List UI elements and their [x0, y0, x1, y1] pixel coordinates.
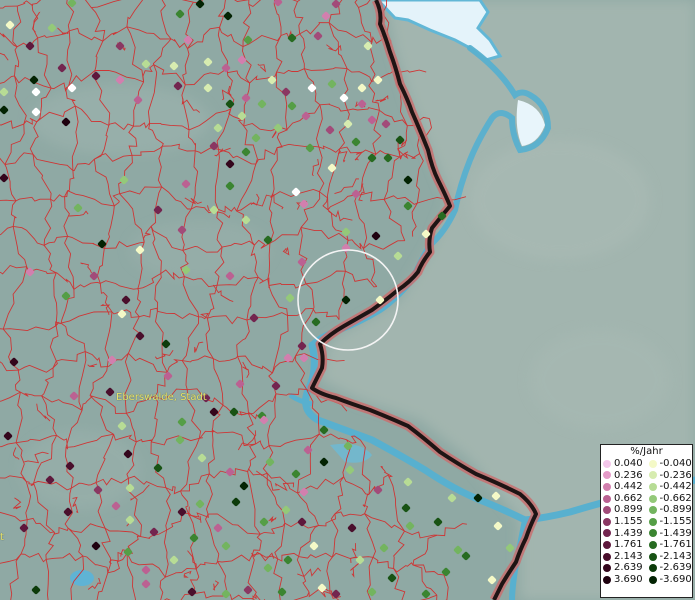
legend-row: 1.439 -1.439	[601, 528, 692, 540]
legend-entry-negative: -3.690	[647, 574, 693, 586]
legend-swatch	[648, 506, 657, 515]
legend-row: 0.899 -0.899	[601, 504, 692, 516]
legend-row: 0.236 -0.236	[601, 470, 692, 482]
legend-swatch	[648, 564, 657, 573]
legend-value: -1.439	[659, 527, 692, 539]
legend-value: 2.143	[614, 550, 643, 562]
place-label-fragment: t	[0, 532, 4, 543]
legend-value: 2.639	[614, 562, 643, 574]
legend-row: 3.690 -3.690	[601, 574, 692, 586]
legend-swatch	[603, 575, 611, 584]
legend-entry-negative: -0.662	[647, 493, 693, 505]
legend-swatch	[603, 494, 611, 503]
legend-entry-negative: -0.442	[647, 481, 693, 493]
legend-row: 2.143 -2.143	[601, 551, 692, 563]
legend-entry-positive: 0.899	[601, 504, 647, 516]
map-view[interactable]: Eberswalde, Stadt t %/Jahr 0.040 -0.040 0.…	[0, 0, 695, 600]
legend-swatch	[648, 482, 657, 491]
legend-swatch	[603, 459, 611, 468]
legend-entry-negative: -0.040	[647, 458, 693, 470]
legend-row: 0.442 -0.442	[601, 481, 692, 493]
legend-entry-positive: 1.155	[601, 516, 647, 528]
legend-swatch	[648, 471, 657, 480]
legend-swatch	[603, 552, 611, 561]
legend-swatch	[603, 564, 611, 573]
legend-entry-negative: -1.761	[647, 539, 693, 551]
legend-swatch	[603, 529, 611, 538]
legend-swatch	[648, 552, 657, 561]
legend-swatch	[603, 482, 611, 491]
legend-value: -0.040	[659, 458, 692, 469]
legend-entry-negative: -1.155	[647, 516, 693, 528]
legend-value: -3.690	[659, 573, 692, 585]
legend-value: -0.442	[659, 481, 692, 493]
legend-value: -1.761	[659, 539, 692, 551]
legend-entry-negative: -0.236	[647, 470, 693, 482]
legend-row: 0.662 -0.662	[601, 493, 692, 505]
legend: %/Jahr 0.040 -0.040 0.236 -0.236 0.442 -0.442…	[600, 444, 693, 598]
legend-value: 0.040	[614, 458, 643, 469]
legend-swatch	[648, 494, 657, 503]
legend-entry-negative: -2.143	[647, 551, 693, 563]
legend-value: 1.439	[614, 527, 643, 539]
legend-swatch	[648, 459, 657, 468]
legend-value: 0.442	[614, 481, 643, 493]
legend-entry-negative: -2.639	[647, 562, 693, 574]
map-canvas[interactable]	[0, 0, 695, 600]
legend-entry-positive: 0.040	[601, 458, 647, 470]
legend-entry-positive: 1.761	[601, 539, 647, 551]
legend-swatch	[648, 517, 657, 526]
legend-swatch	[603, 540, 611, 549]
legend-value: 0.899	[614, 504, 643, 516]
legend-swatch	[603, 506, 611, 515]
legend-row: 1.761 -1.761	[601, 539, 692, 551]
legend-swatch	[603, 471, 611, 480]
legend-swatch	[648, 540, 657, 549]
legend-value: -2.143	[659, 550, 692, 562]
legend-swatch	[603, 517, 611, 526]
legend-value: 0.236	[614, 469, 643, 481]
legend-row: 1.155 -1.155	[601, 516, 692, 528]
legend-swatch	[648, 575, 657, 584]
place-label-eberswalde: Eberswalde, Stadt	[116, 392, 207, 403]
legend-value: -0.899	[659, 504, 692, 516]
legend-row: 0.040 -0.040	[601, 458, 692, 470]
legend-entry-positive: 1.439	[601, 528, 647, 540]
legend-rows: 0.040 -0.040 0.236 -0.236 0.442 -0.442 0.662 -0…	[601, 458, 692, 586]
legend-value: -0.236	[659, 469, 692, 481]
legend-value: 3.690	[614, 573, 643, 585]
legend-value: -0.662	[659, 492, 692, 504]
legend-entry-positive: 0.236	[601, 470, 647, 482]
legend-row: 2.639 -2.639	[601, 562, 692, 574]
legend-value: -2.639	[659, 562, 692, 574]
legend-entry-negative: -0.899	[647, 504, 693, 516]
legend-entry-negative: -1.439	[647, 528, 693, 540]
legend-value: -1.155	[659, 515, 692, 527]
legend-entry-positive: 2.639	[601, 562, 647, 574]
legend-swatch	[648, 529, 657, 538]
legend-title: %/Jahr	[630, 446, 663, 457]
legend-value: 1.761	[614, 539, 643, 551]
legend-entry-positive: 0.442	[601, 481, 647, 493]
legend-entry-positive: 0.662	[601, 493, 647, 505]
legend-entry-positive: 2.143	[601, 551, 647, 563]
legend-value: 1.155	[614, 515, 643, 527]
legend-entry-positive: 3.690	[601, 574, 647, 586]
legend-value: 0.662	[614, 492, 643, 504]
